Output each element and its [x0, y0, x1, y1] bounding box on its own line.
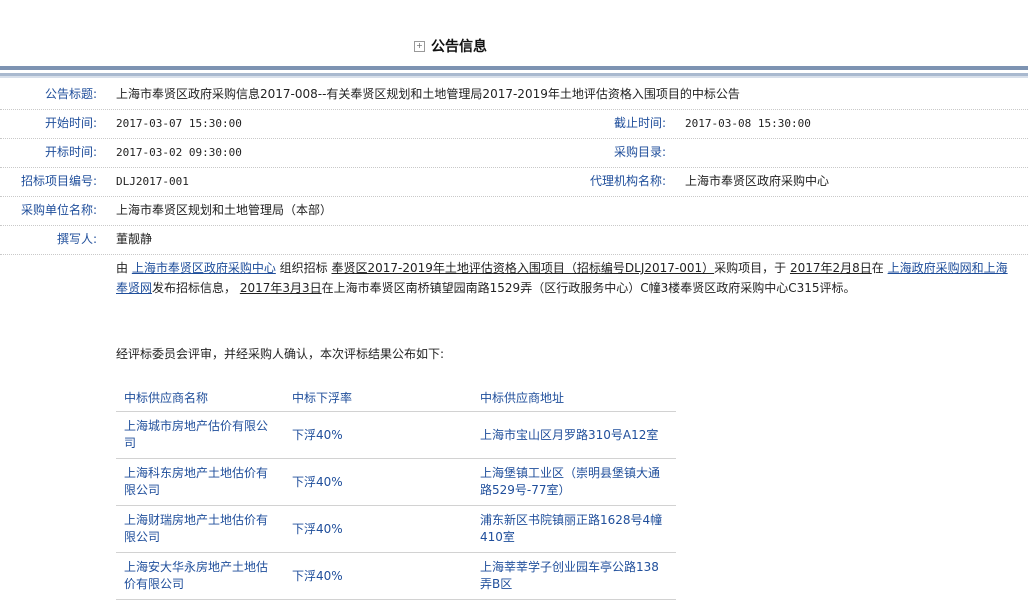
deadline-label: 截止时间: — [613, 116, 666, 130]
page-title: 公告信息 — [431, 39, 487, 55]
supplier-name: 上海科东房地产土地估价有限公司 — [116, 458, 284, 506]
row-purchaser: 采购单位名称: 上海市奉贤区规划和土地管理局（本部） — [0, 196, 1028, 226]
open-time-label: 开标时间: — [44, 145, 97, 159]
supplier-name: 上海城市房地产估价有限公司 — [116, 411, 284, 459]
catalog-label: 采购目录: — [613, 145, 666, 159]
agency-value: 上海市奉贤区政府采购中心 — [685, 174, 830, 188]
discount-rate: 下浮40% — [284, 411, 472, 459]
body-text: 在上海市奉贤区南桥镇望园南路1529弄（区行政服务中心）C幢3楼奉贤区政府采购中… — [321, 281, 856, 295]
start-time-value: 2017-03-07 15:30:00 — [116, 117, 242, 130]
supplier-name: 上海安大华永房地产土地估价有限公司 — [116, 552, 284, 600]
supplier-name: 上海财瑞房地产土地估价有限公司 — [116, 505, 284, 553]
row-author: 撰写人: 董靓静 — [0, 225, 1028, 255]
deadline-value: 2017-03-08 15:30:00 — [685, 117, 811, 130]
header-divider-band — [0, 66, 1028, 80]
notice-title-label: 公告标题: — [44, 87, 97, 101]
table-header-row: 中标供应商名称 中标下浮率 中标供应商地址 — [116, 384, 676, 412]
notice-title-value: 上海市奉贤区政府采购信息2017-008--有关奉贤区规划和土地管理局2017-… — [116, 87, 740, 101]
header-discount-rate: 中标下浮率 — [284, 384, 472, 412]
body-text: 组织招标 — [275, 261, 332, 275]
evaluation-date: 2017年3月3日 — [239, 281, 322, 295]
body-text: 发布招标信息， — [152, 281, 240, 295]
project-name: 奉贤区2017-2019年土地评估资格入围项目（招标编号DLJ2017-001） — [331, 261, 715, 275]
row-notice-title: 公告标题: 上海市奉贤区政府采购信息2017-008--有关奉贤区规划和土地管理… — [0, 80, 1028, 110]
result-intro: 经评标委员会评审，并经采购人确认，本次评标结果公布如下: — [116, 347, 445, 361]
row-start-time: 开始时间: 2017-03-07 15:30:00 截止时间: 2017-03-… — [0, 109, 1028, 139]
table-row: 上海安大华永房地产土地估价有限公司 下浮40% 上海莘莘学子创业园车亭公路138… — [116, 552, 676, 600]
discount-rate: 下浮40% — [284, 552, 472, 600]
supplier-address: 上海莘莘学子创业园车亭公路138弄B区 — [472, 552, 676, 600]
header-supplier-name: 中标供应商名称 — [116, 384, 284, 412]
table-row: 上海城市房地产估价有限公司 下浮40% 上海市宝山区月罗路310号A12室 — [116, 411, 676, 459]
purchaser-value: 上海市奉贤区规划和土地管理局（本部） — [116, 203, 333, 217]
agency-label: 代理机构名称: — [589, 174, 666, 188]
supplier-address: 浦东新区书院镇丽正路1628号4幢410室 — [472, 505, 676, 553]
project-no-label: 招标项目编号: — [20, 174, 97, 188]
notice-body-paragraph: 由 上海市奉贤区政府采购中心 组织招标 奉贤区2017-2019年土地评估资格入… — [116, 258, 1016, 298]
open-time-value: 2017-03-02 09:30:00 — [116, 146, 242, 159]
supplier-address: 上海市宝山区月罗路310号A12室 — [472, 411, 676, 459]
author-value: 董靓静 — [116, 232, 153, 246]
discount-rate: 下浮40% — [284, 505, 472, 553]
org-link[interactable]: 上海市奉贤区政府采购中心 — [132, 261, 276, 275]
purchaser-label: 采购单位名称: — [20, 203, 97, 217]
table-row: 上海科东房地产土地估价有限公司 下浮40% 上海堡镇工业区（崇明县堡镇大通路52… — [116, 458, 676, 506]
discount-rate: 下浮40% — [284, 458, 472, 506]
body-text: 在 — [871, 261, 888, 275]
supplier-address: 上海堡镇工业区（崇明县堡镇大通路529号-77室） — [472, 458, 676, 506]
announce-date: 2017年2月8日 — [789, 261, 872, 275]
author-label: 撰写人: — [56, 232, 97, 246]
header-supplier-address: 中标供应商地址 — [472, 384, 676, 412]
body-text: 采购项目，于 — [714, 261, 790, 275]
row-project-no: 招标项目编号: DLJ2017-001 代理机构名称: 上海市奉贤区政府采购中心 — [0, 167, 1028, 197]
project-no-value: DLJ2017-001 — [116, 175, 189, 188]
expand-box-icon: + — [414, 40, 425, 52]
page-title-group: + 公告信息 — [414, 34, 487, 58]
table-row: 上海财瑞房地产土地估价有限公司 下浮40% 浦东新区书院镇丽正路1628号4幢4… — [116, 505, 676, 553]
result-table: 中标供应商名称 中标下浮率 中标供应商地址 上海城市房地产估价有限公司 下浮40… — [116, 384, 676, 600]
body-text: 由 — [116, 261, 132, 275]
row-open-time: 开标时间: 2017-03-02 09:30:00 采购目录: — [0, 138, 1028, 168]
page-header: + 公告信息 — [0, 34, 1028, 58]
start-time-label: 开始时间: — [44, 116, 97, 130]
